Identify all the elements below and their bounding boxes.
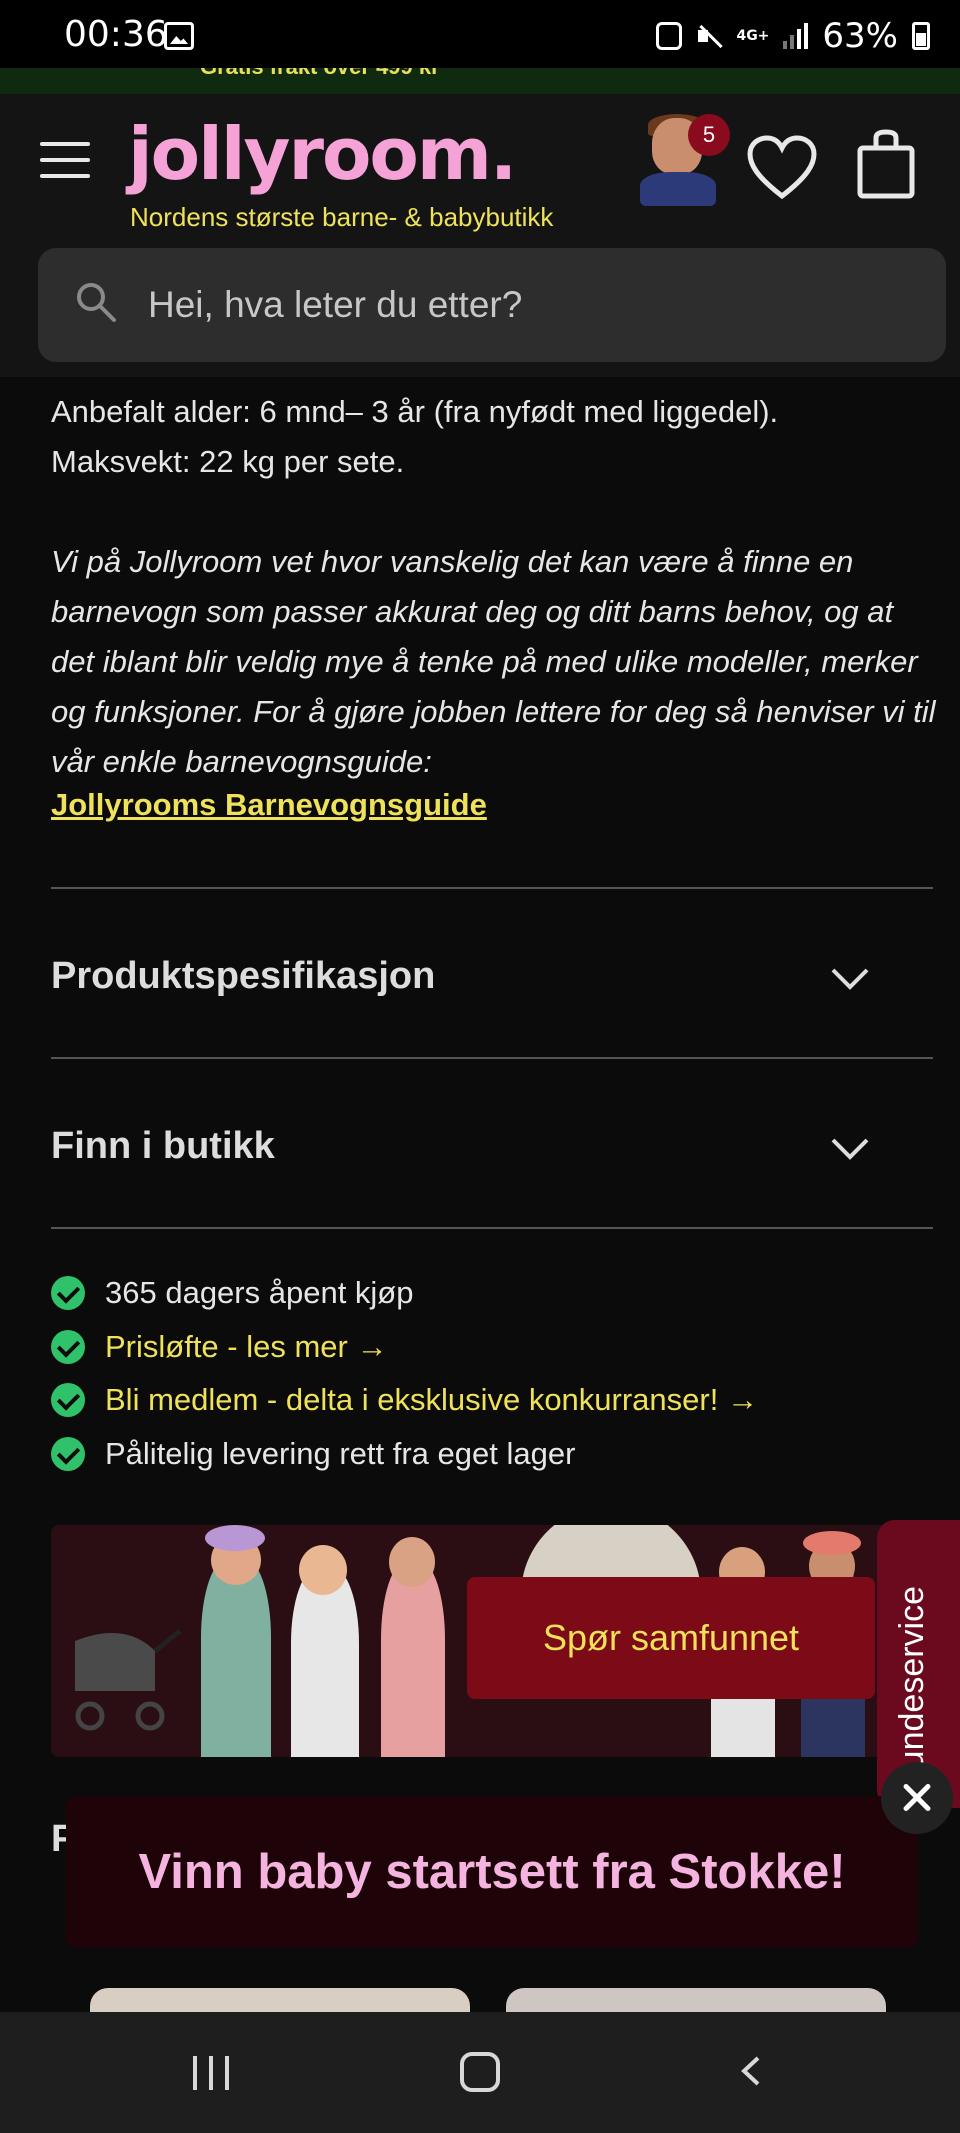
ask-community-button[interactable]: Spør samfunnet <box>467 1577 875 1699</box>
logo[interactable]: jollyroom. <box>128 112 517 196</box>
max-weight-line: Maksvekt: 22 kg per sete. <box>51 444 405 479</box>
check-icon <box>51 1330 85 1364</box>
signal-icon <box>783 23 809 49</box>
usp-item: Pålitelig levering rett fra eget lager <box>51 1436 575 1472</box>
search-bar[interactable] <box>38 248 946 362</box>
usp-item: 365 dagers åpent kjøp <box>51 1275 414 1311</box>
customer-service-label[interactable]: Kundeservice <box>893 1532 932 1792</box>
battery-saver-icon <box>656 22 683 50</box>
battery-percent: 63% <box>822 16 898 56</box>
cart-icon[interactable] <box>856 128 916 200</box>
accordion-find-in-store[interactable]: Finn i butikk <box>51 1125 275 1168</box>
system-nav-bar <box>0 2012 960 2133</box>
stroller-guide-link[interactable]: Jollyrooms Barnevognsguide <box>51 787 487 823</box>
popup-text[interactable]: Vinn baby startsett fra Stokke! <box>66 1796 918 1948</box>
usp-item[interactable]: Prisløfte - les mer → <box>51 1329 387 1365</box>
battery-icon <box>912 22 930 50</box>
stroller-illustration <box>75 1629 182 1731</box>
back-icon[interactable] <box>736 2056 766 2086</box>
mute-icon <box>696 22 722 50</box>
usp-text[interactable]: Prisløfte - les mer → <box>105 1329 387 1365</box>
age-info: Anbefalt alder: 6 mnd– 3 år (fra nyfødt … <box>51 387 778 487</box>
tagline: Nordens største barne- & babybutikk <box>130 202 554 232</box>
divider <box>51 1057 933 1059</box>
promo-text: Gratis frakt over 499 kr <box>200 68 440 80</box>
site-header: jollyroom. Nordens største barne- & baby… <box>0 94 960 377</box>
product-details: Anbefalt alder: 6 mnd– 3 år (fra nyfødt … <box>0 377 960 2012</box>
heart-icon[interactable] <box>746 134 818 200</box>
community-banner[interactable]: Spør samfunnet <box>51 1525 891 1757</box>
promo-strip[interactable]: Gratis frakt over 499 kr <box>0 68 960 94</box>
check-icon <box>51 1437 85 1471</box>
age-line: Anbefalt alder: 6 mnd– 3 år (fra nyfødt … <box>51 394 779 429</box>
usp-text: Pålitelig levering rett fra eget lager <box>105 1436 576 1471</box>
network-type: 4G+ <box>736 28 770 44</box>
product-card[interactable] <box>506 1988 886 2012</box>
usp-item[interactable]: Bli medlem - delta i eksklusive konkurra… <box>51 1382 758 1418</box>
check-icon <box>51 1383 85 1417</box>
check-icon <box>51 1276 85 1310</box>
status-bar: 00:36 4G+ 63% <box>0 0 960 68</box>
usp-text[interactable]: Bli medlem - delta i eksklusive konkurra… <box>105 1382 758 1418</box>
product-card[interactable] <box>90 1988 470 2012</box>
search-input[interactable] <box>148 248 908 362</box>
promo-popup[interactable]: Vinn baby startsett fra Stokke! <box>66 1796 918 1948</box>
usp-text: 365 dagers åpent kjøp <box>105 1275 414 1310</box>
status-time: 00:36 <box>64 14 168 55</box>
recent-apps-icon[interactable] <box>193 2056 233 2090</box>
divider <box>51 887 933 889</box>
gallery-notification-icon <box>164 22 194 50</box>
chevron-down-icon[interactable] <box>830 967 870 991</box>
menu-icon[interactable] <box>40 142 90 178</box>
search-icon <box>77 283 116 322</box>
status-icons: 4G+ 63% <box>656 16 930 56</box>
close-popup-button[interactable] <box>881 1762 953 1834</box>
divider <box>51 1227 933 1229</box>
guide-description: Vi på Jollyroom vet hvor vanskelig det k… <box>51 544 936 779</box>
accordion-product-spec[interactable]: Produktspesifikasjon <box>51 955 435 998</box>
chevron-down-icon[interactable] <box>830 1137 870 1161</box>
notification-badge: 5 <box>688 114 730 156</box>
home-icon[interactable] <box>460 2052 500 2092</box>
